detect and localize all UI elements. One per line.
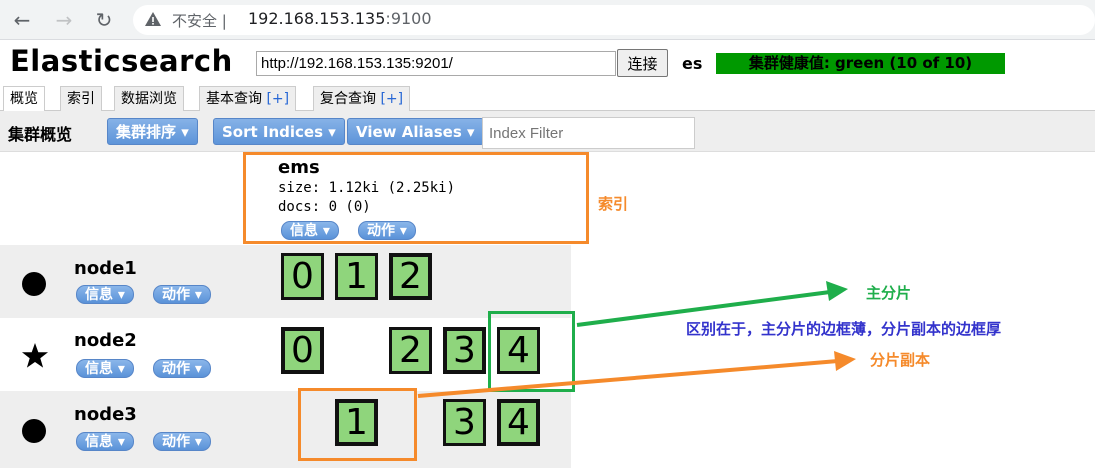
- forward-arrow-icon[interactable]: →: [52, 8, 76, 32]
- tab-basic-query[interactable]: 基本查询 [+]: [199, 86, 297, 111]
- cluster-name: es: [682, 54, 703, 73]
- url-text[interactable]: 192.168.153.135:9100: [248, 9, 432, 28]
- node-info-button[interactable]: 信息 ▾: [76, 359, 134, 378]
- tab-browser[interactable]: 数据浏览: [114, 86, 184, 111]
- shard-replica[interactable]: 1: [335, 253, 378, 300]
- tab-compound-query[interactable]: 复合查询 [+]: [313, 86, 411, 111]
- view-aliases-button[interactable]: View Aliases ▾: [347, 118, 484, 145]
- node-circle-icon: [22, 419, 46, 443]
- index-annotation: 索引: [598, 195, 629, 213]
- master-star-icon: [22, 343, 48, 368]
- back-arrow-icon[interactable]: ←: [10, 8, 34, 32]
- difference-annotation: 区别在于，主分片的边框薄，分片副本的边框厚: [686, 320, 1002, 338]
- node-action-button[interactable]: 动作 ▾: [153, 285, 211, 304]
- sort-indices-button[interactable]: Sort Indices ▾: [213, 118, 345, 145]
- node-name: node2: [74, 330, 137, 351]
- node-info-button[interactable]: 信息 ▾: [76, 432, 134, 451]
- shard-primary[interactable]: 3: [443, 327, 486, 374]
- shard-primary[interactable]: 4: [497, 399, 540, 446]
- sort-cluster-button[interactable]: 集群排序 ▾: [107, 118, 198, 145]
- connection-url-input[interactable]: [256, 51, 616, 76]
- replica-shard-annotation: 分片副本: [870, 351, 931, 369]
- primary-shard-annotation: 主分片: [866, 284, 912, 302]
- node-circle-icon: [22, 272, 46, 296]
- shard-replica[interactable]: 0: [281, 253, 324, 300]
- security-status[interactable]: 不安全 |: [172, 10, 227, 31]
- node-name: node1: [74, 258, 137, 279]
- tab-indices[interactable]: 索引: [60, 86, 102, 111]
- primary-shard-highlight-box: [488, 311, 575, 392]
- index-filter-input[interactable]: [482, 117, 695, 149]
- cluster-health-badge: 集群健康值: green (10 of 10): [716, 53, 1005, 74]
- node-action-button[interactable]: 动作 ▾: [153, 359, 211, 378]
- tab-overview[interactable]: 概览: [3, 86, 45, 112]
- index-highlight-box: [243, 152, 589, 244]
- connect-button[interactable]: 连接: [617, 49, 668, 77]
- reload-icon[interactable]: ↻: [92, 8, 116, 32]
- shard-primary[interactable]: 0: [281, 327, 324, 374]
- replica-shard-highlight-box: [298, 388, 417, 461]
- node-action-button[interactable]: 动作 ▾: [153, 432, 211, 451]
- shard-replica[interactable]: 3: [443, 399, 486, 446]
- shard-primary[interactable]: 2: [389, 253, 432, 300]
- shard-replica[interactable]: 2: [389, 327, 432, 374]
- primary-arrow-head: [826, 281, 848, 301]
- cluster-overview-title: 集群概览: [8, 125, 73, 144]
- warning-triangle-icon[interactable]: [144, 10, 162, 28]
- node-info-button[interactable]: 信息 ▾: [76, 285, 134, 304]
- node-name: node3: [74, 404, 137, 425]
- app-title: Elasticsearch: [10, 44, 233, 78]
- replica-arrow-head: [834, 351, 856, 371]
